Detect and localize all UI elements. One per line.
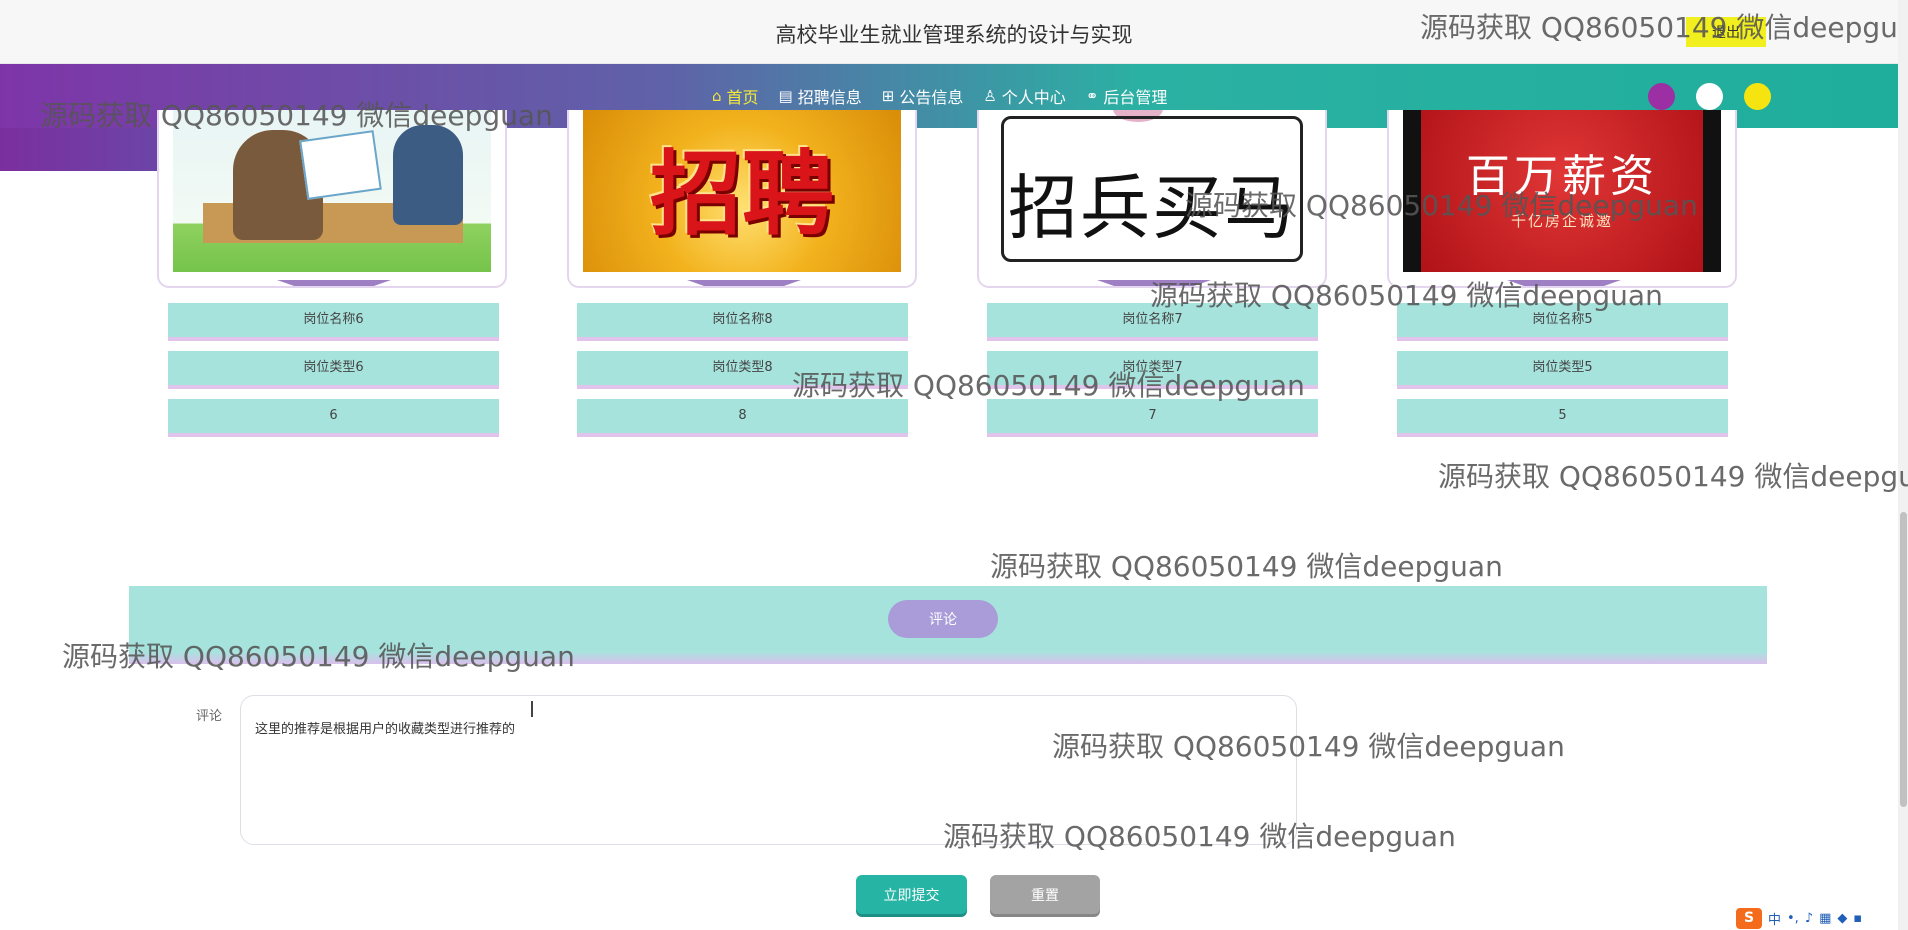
- reset-button[interactable]: 重置: [990, 875, 1100, 914]
- shirt-icon[interactable]: ◆: [1837, 911, 1847, 926]
- image-caption: 招聘: [649, 140, 834, 248]
- image-caption: 百万薪资: [1466, 151, 1658, 202]
- comment-section-header: 评论: [129, 586, 1767, 664]
- nav-item-label: 招聘信息: [797, 88, 862, 107]
- calendar-icon: ▤: [778, 87, 793, 105]
- job-image: [173, 110, 491, 272]
- card-accent: [277, 280, 391, 286]
- job-image: 招聘: [583, 110, 901, 272]
- watermark-text: 源码获取 QQ86050149 微信deepguan: [990, 550, 1503, 583]
- theme-dot-white[interactable]: [1696, 83, 1723, 110]
- site-title: 高校毕业生就业管理系统的设计与实现: [775, 23, 1133, 47]
- comment-label: 评论: [196, 709, 223, 724]
- job-type: 岗位类型6: [168, 351, 499, 389]
- ime-toolbar[interactable]: S 中 •, ♪ ▦ ◆ ▪: [1736, 907, 1862, 930]
- title-bar: 高校毕业生就业管理系统的设计与实现 退出: [0, 0, 1908, 64]
- job-value: 8: [577, 399, 908, 437]
- comment-tab[interactable]: 评论: [888, 600, 998, 638]
- job-value: 6: [168, 399, 499, 437]
- nav-item-recruitment[interactable]: ▤ 招聘信息: [779, 84, 862, 108]
- job-name: 岗位名称7: [987, 303, 1318, 341]
- nav-item-label: 个人中心: [1001, 88, 1066, 107]
- ime-language[interactable]: 中: [1768, 909, 1781, 928]
- nav-item-profile[interactable]: ♙ 个人中心: [983, 84, 1065, 108]
- link-icon: ⚭: [1085, 87, 1099, 105]
- job-value: 5: [1397, 399, 1728, 437]
- text-cursor-icon: [531, 701, 533, 717]
- job-card[interactable]: [157, 110, 507, 288]
- theme-dot-yellow[interactable]: [1744, 83, 1771, 110]
- comment-textarea[interactable]: 这里的推荐是根据用户的收藏类型进行推荐的: [240, 695, 1297, 845]
- submit-button[interactable]: 立即提交: [856, 875, 967, 914]
- sogou-logo-icon: S: [1736, 908, 1762, 929]
- job-type: 岗位类型5: [1397, 351, 1728, 389]
- job-type: 岗位类型8: [577, 351, 908, 389]
- watermark-text: 源码获取 QQ86050149 微信deepguan: [1438, 460, 1908, 493]
- job-card[interactable]: 招兵买马: [977, 110, 1327, 288]
- nav-item-label: 首页: [726, 88, 759, 107]
- theme-dot-purple[interactable]: [1648, 83, 1675, 110]
- microphone-icon[interactable]: ♪: [1805, 911, 1813, 926]
- card-accent: [687, 280, 801, 286]
- nav-item-announcements[interactable]: ⊞ 公告信息: [882, 84, 964, 108]
- gift-icon: ⊞: [881, 87, 895, 105]
- user-icon: ♙: [983, 87, 997, 105]
- job-image: 百万薪资 千亿房企诚邀: [1403, 110, 1721, 272]
- job-name: 岗位名称5: [1397, 303, 1728, 341]
- toolbox-icon[interactable]: ▪: [1853, 911, 1862, 926]
- image-caption: 招兵买马: [1008, 167, 1296, 249]
- image-subcaption: 千亿房企诚邀: [1510, 212, 1613, 230]
- card-accent: [1097, 280, 1211, 286]
- job-type: 岗位类型7: [987, 351, 1318, 389]
- job-card[interactable]: 招聘: [567, 110, 917, 288]
- nav-decoration: [0, 128, 176, 171]
- theme-switcher: [1648, 83, 1771, 110]
- job-image: 招兵买马: [993, 110, 1311, 272]
- nav-item-home[interactable]: ⌂ 首页: [712, 84, 759, 108]
- punctuation-icon[interactable]: •,: [1787, 911, 1799, 926]
- job-value: 7: [987, 399, 1318, 437]
- nav-item-label: 公告信息: [899, 88, 964, 107]
- nav-item-label: 后台管理: [1103, 88, 1168, 107]
- scrollbar-thumb[interactable]: [1900, 512, 1907, 807]
- page: 高校毕业生就业管理系统的设计与实现 退出 ⌂ 首页 ▤ 招聘信息 ⊞ 公告信息 …: [0, 0, 1908, 930]
- home-icon: ⌂: [712, 87, 722, 105]
- job-name: 岗位名称6: [168, 303, 499, 341]
- nav-item-admin[interactable]: ⚭ 后台管理: [1086, 84, 1168, 108]
- logout-button[interactable]: 退出: [1686, 17, 1766, 47]
- keyboard-icon[interactable]: ▦: [1819, 911, 1831, 926]
- job-name: 岗位名称8: [577, 303, 908, 341]
- card-accent: [1507, 280, 1621, 286]
- job-card[interactable]: 百万薪资 千亿房企诚邀: [1387, 110, 1737, 288]
